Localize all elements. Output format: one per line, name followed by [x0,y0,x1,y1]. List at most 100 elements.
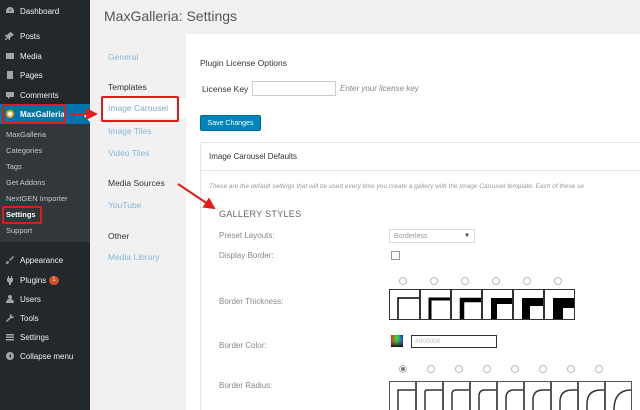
submenu-item-get-addons[interactable]: Get Addons [6,178,45,187]
sidebar-item-users[interactable]: Users [0,290,90,308]
license-key-hint: Enter your license key [340,84,419,93]
sidebar-item-label: Collapse menu [20,351,74,361]
border-thickness-3-icon[interactable] [451,289,482,320]
border-thickness-radio[interactable] [399,277,407,285]
sidebar-item-label: Dashboard [20,6,60,16]
preset-layouts-value: Borderless [394,232,428,240]
preset-layouts-label: Preset Layouts: [219,231,275,240]
annotation-box-maxgalleria [2,104,66,124]
submenu-item-categories[interactable]: Categories [6,146,42,155]
border-thickness-5-icon[interactable] [513,289,544,320]
settings-panel: Plugin License Options License Key Enter… [186,34,640,410]
page-title: MaxGalleria: Settings [104,8,238,24]
tab-image-tiles[interactable]: Image Tiles [108,126,151,136]
tab-video-tiles[interactable]: Video Tiles [108,148,149,158]
sidebar-item-label: Comments [20,90,59,100]
submenu-item-tags[interactable]: Tags [6,162,22,171]
sidebar-item-label: Appearance [20,255,64,265]
submenu-item-maxgalleria[interactable]: MaxGalleria [6,130,46,139]
comments-icon [5,90,15,100]
border-radius-3-icon[interactable] [470,381,497,410]
sidebar-item-comments[interactable]: Comments [0,86,90,104]
sidebar-item-label: Media [20,51,42,61]
border-thickness-4-icon[interactable] [482,289,513,320]
border-radius-8-icon[interactable] [605,381,632,410]
sidebar-item-label: Pages [20,70,43,80]
defaults-description: These are the default settings that will… [209,183,585,190]
sidebar-item-label: Tools [20,313,39,323]
submenu-item-support[interactable]: Support [6,226,32,235]
border-color-input[interactable]: #000000 [411,335,497,348]
sidebar-item-appearance[interactable]: Appearance [0,251,90,269]
plug-icon [5,275,15,285]
sidebar-item-label: Users [20,294,41,304]
color-picker-icon[interactable] [391,335,403,347]
pages-icon [5,70,15,80]
sidebar-item-settings[interactable]: Settings [0,328,90,346]
user-icon [5,294,15,304]
border-radius-radio[interactable] [455,365,463,373]
border-thickness-6-icon[interactable] [544,289,575,320]
border-radius-7-icon[interactable] [578,381,605,410]
annotation-box-image-carousel [101,96,179,122]
border-radius-4-icon[interactable] [497,381,524,410]
border-thickness-radio[interactable] [554,277,562,285]
border-thickness-radio[interactable] [461,277,469,285]
border-radius-radio[interactable] [427,365,435,373]
sidebar-item-tools[interactable]: Tools [0,309,90,327]
border-thickness-1-icon[interactable] [389,289,420,320]
sidebar-item-media[interactable]: Media [0,47,90,65]
caret-down-icon: ▼ [464,233,470,239]
dashboard-icon [5,6,15,16]
border-thickness-label: Border Thickness: [219,297,284,306]
license-key-label: License Key [202,84,249,94]
border-thickness-2-icon[interactable] [420,289,451,320]
gallery-styles-heading: GALLERY STYLES [219,209,302,219]
border-radius-options [389,381,632,410]
border-radius-radio[interactable] [539,365,547,373]
defaults-header: Image Carousel Defaults [201,143,640,171]
border-radius-radio[interactable] [483,365,491,373]
border-radius-0-icon[interactable] [389,381,416,410]
tab-media-library[interactable]: Media Library [108,252,160,262]
sidebar-item-posts[interactable]: Posts [0,27,90,45]
border-thickness-radio[interactable] [492,277,500,285]
border-radius-label: Border Radius: [219,381,273,390]
sidebar-item-plugins[interactable]: Plugins 1 [0,271,90,289]
collapse-icon [5,351,15,361]
sidebar-item-dashboard[interactable]: Dashboard [0,2,90,20]
border-radius-radio[interactable] [595,365,603,373]
border-thickness-radio[interactable] [523,277,531,285]
collapse-menu-button[interactable]: Collapse menu [0,347,90,365]
admin-sidebar: Dashboard Posts Media Pages Comments Max… [0,0,90,410]
update-count-badge: 1 [49,275,59,285]
wrench-icon [5,313,15,323]
license-options-heading: Plugin License Options [200,58,287,68]
tab-youtube[interactable]: YouTube [108,200,141,210]
border-thickness-options [389,289,575,320]
tab-general[interactable]: General [108,52,138,62]
sidebar-item-pages[interactable]: Pages [0,66,90,84]
border-radius-1-icon[interactable] [416,381,443,410]
border-radius-radio[interactable] [511,365,519,373]
border-radius-2-icon[interactable] [443,381,470,410]
settings-tabs: General Templates Image Carousel Image T… [100,34,186,410]
border-color-label: Border Color: [219,341,267,350]
border-thickness-radio[interactable] [430,277,438,285]
tab-heading-media-sources: Media Sources [108,178,165,188]
save-changes-button[interactable]: Save Changes [200,115,261,131]
media-icon [5,51,15,61]
border-radius-radio[interactable] [567,365,575,373]
sidebar-item-label: Plugins [20,275,47,285]
display-border-label: Display Border: [219,251,274,260]
annotation-box-settings [2,206,42,224]
submenu-item-nextgen-importer[interactable]: NextGEN Importer [6,194,68,203]
border-radius-6-icon[interactable] [551,381,578,410]
border-radius-radio[interactable] [399,365,407,373]
license-key-input[interactable] [252,81,336,96]
display-border-checkbox[interactable] [391,251,400,260]
border-radius-5-icon[interactable] [524,381,551,410]
active-menu-pointer [84,110,90,122]
border-radius-radios [399,365,623,373]
preset-layouts-select[interactable]: Borderless ▼ [389,229,475,243]
